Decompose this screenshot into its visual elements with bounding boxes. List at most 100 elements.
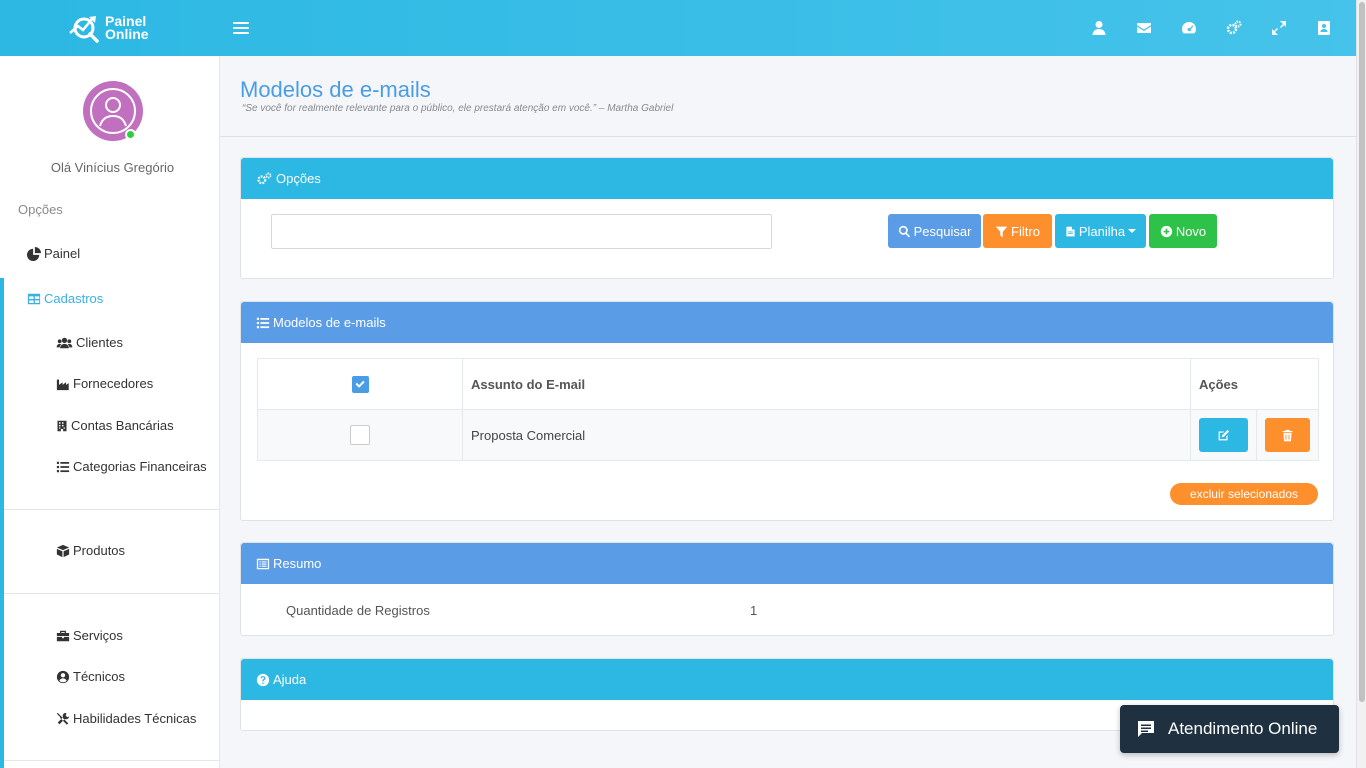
scrollbar-thumb[interactable] — [1359, 2, 1365, 702]
table-row: Proposta Comercial — [257, 409, 1319, 461]
email-templates-table: Assunto do E-mail Ações Proposta Comerci… — [257, 358, 1319, 461]
menu-toggle-icon[interactable] — [233, 19, 249, 37]
record-count-label: Quantidade de Registros — [286, 603, 430, 618]
filter-button[interactable]: Filtro — [983, 214, 1052, 248]
help-panel-header[interactable]: Ajuda — [241, 659, 1333, 700]
active-section-indicator — [0, 278, 4, 768]
page-scrollbar[interactable] — [1356, 0, 1366, 768]
sidebar-divider — [4, 509, 219, 510]
box-icon — [56, 544, 70, 557]
online-support-button[interactable]: Atendimento Online — [1120, 705, 1339, 753]
list-icon — [56, 461, 70, 472]
plus-circle-icon — [1160, 225, 1172, 237]
user-icon[interactable] — [1076, 0, 1121, 56]
search-icon — [898, 225, 910, 237]
dashboard-icon[interactable] — [1166, 0, 1211, 56]
row-checkbox-cell — [257, 409, 463, 461]
user-circle-icon — [56, 670, 70, 683]
options-panel-title: Opções — [276, 171, 321, 186]
column-header-subject: Assunto do E-mail — [462, 358, 1191, 410]
summary-panel-title: Resumo — [273, 556, 322, 571]
logo-text: Painel Online — [105, 14, 149, 42]
industry-icon — [56, 379, 69, 390]
spreadsheet-dropdown-button[interactable]: Planilha — [1055, 214, 1146, 248]
spreadsheet-button-label: Planilha — [1078, 223, 1126, 239]
sidebar-section-label: Opções — [18, 202, 63, 217]
email-templates-panel: Modelos de e-mails Assunto do E-mail Açõ… — [240, 301, 1334, 521]
chat-icon — [1138, 721, 1154, 737]
filter-icon — [995, 226, 1008, 237]
email-templates-panel-header: Modelos de e-mails — [241, 302, 1333, 343]
sidebar-item-clientes[interactable]: Clientes — [56, 335, 123, 350]
new-button[interactable]: Novo — [1149, 214, 1217, 248]
summary-panel: Resumo Quantidade de Registros 1 — [240, 542, 1334, 636]
settings-icon[interactable] — [1211, 0, 1256, 56]
briefcase-icon — [56, 630, 70, 641]
sidebar-item-label: Clientes — [76, 335, 123, 350]
sidebar-item-label: Habilidades Técnicas — [73, 711, 197, 726]
options-panel-header: Opções — [241, 158, 1333, 199]
select-all-header — [257, 358, 463, 410]
sidebar-item-produtos[interactable]: Produtos — [56, 543, 125, 558]
sidebar-item-categorias-financeiras[interactable]: Categorias Financeiras — [56, 459, 207, 474]
email-templates-panel-title: Modelos de e-mails — [273, 315, 386, 330]
row-checkbox[interactable] — [350, 425, 370, 445]
contact-book-icon[interactable] — [1301, 0, 1346, 56]
help-panel-title: Ajuda — [273, 672, 307, 687]
online-status-dot — [125, 129, 136, 140]
sidebar-item-label: Cadastros — [44, 291, 104, 306]
filter-button-label: Filtro — [1011, 223, 1040, 239]
search-input[interactable] — [271, 214, 772, 249]
question-circle-icon — [256, 673, 270, 686]
sidebar-item-fornecedores[interactable]: Fornecedores — [56, 376, 153, 391]
user-greeting: Olá Vinícius Gregório — [50, 160, 175, 175]
delete-selected-button[interactable]: excluir selecionados — [1170, 483, 1318, 505]
sidebar-item-contas-bancarias[interactable]: Contas Bancárias — [56, 418, 174, 433]
select-all-checkbox[interactable] — [351, 375, 369, 393]
options-panel: Opções Pesquisar Filtro Planilha Novo — [240, 157, 1334, 279]
trash-icon — [1282, 429, 1293, 441]
sidebar-item-cadastros[interactable]: Cadastros — [27, 291, 103, 306]
users-icon — [56, 337, 73, 348]
sidebar-divider — [4, 760, 219, 761]
search-button-label: Pesquisar — [913, 223, 972, 239]
sidebar-item-label: Serviços — [73, 628, 123, 643]
row-subject: Proposta Comercial — [462, 409, 1191, 461]
building-icon — [57, 420, 67, 431]
expand-icon[interactable] — [1256, 0, 1301, 56]
sidebar-item-label: Painel — [44, 246, 81, 261]
new-button-label: Novo — [1175, 223, 1207, 239]
sidebar-divider — [4, 593, 219, 594]
chevron-down-icon — [1128, 229, 1137, 233]
edit-button[interactable] — [1199, 418, 1248, 452]
file-icon — [1066, 226, 1075, 236]
search-button[interactable]: Pesquisar — [888, 214, 981, 248]
table-icon — [27, 293, 41, 304]
logo-line-2: Online — [105, 26, 149, 42]
column-header-actions: Ações — [1190, 358, 1319, 410]
online-support-label: Atendimento Online — [1168, 719, 1318, 738]
delete-cell — [1256, 409, 1319, 461]
edit-icon — [1218, 429, 1230, 440]
list-alt-icon — [256, 558, 270, 569]
table-header-row: Assunto do E-mail Ações — [257, 358, 1319, 410]
header-divider — [220, 136, 1356, 137]
settings-icon — [257, 172, 272, 184]
summary-panel-header: Resumo — [241, 543, 1333, 584]
logo[interactable]: Painel Online — [67, 11, 167, 45]
top-icons — [1076, 0, 1346, 56]
pie-chart-icon — [27, 246, 41, 261]
sidebar-item-painel[interactable]: Painel — [27, 246, 80, 261]
sidebar-item-tecnicos[interactable]: Técnicos — [56, 669, 125, 684]
sidebar-item-servicos[interactable]: Serviços — [56, 628, 123, 643]
sidebar-item-label: Contas Bancárias — [71, 418, 174, 433]
sidebar-item-habilidades-tecnicas[interactable]: Habilidades Técnicas — [56, 711, 196, 726]
edit-cell — [1190, 409, 1257, 461]
sidebar-item-label: Produtos — [73, 543, 126, 558]
check-icon — [355, 380, 365, 388]
record-count-value: 1 — [750, 603, 758, 618]
top-bar: Painel Online — [0, 0, 1356, 56]
envelope-icon[interactable] — [1121, 0, 1166, 56]
list-icon — [256, 317, 270, 328]
delete-button[interactable] — [1265, 418, 1310, 452]
